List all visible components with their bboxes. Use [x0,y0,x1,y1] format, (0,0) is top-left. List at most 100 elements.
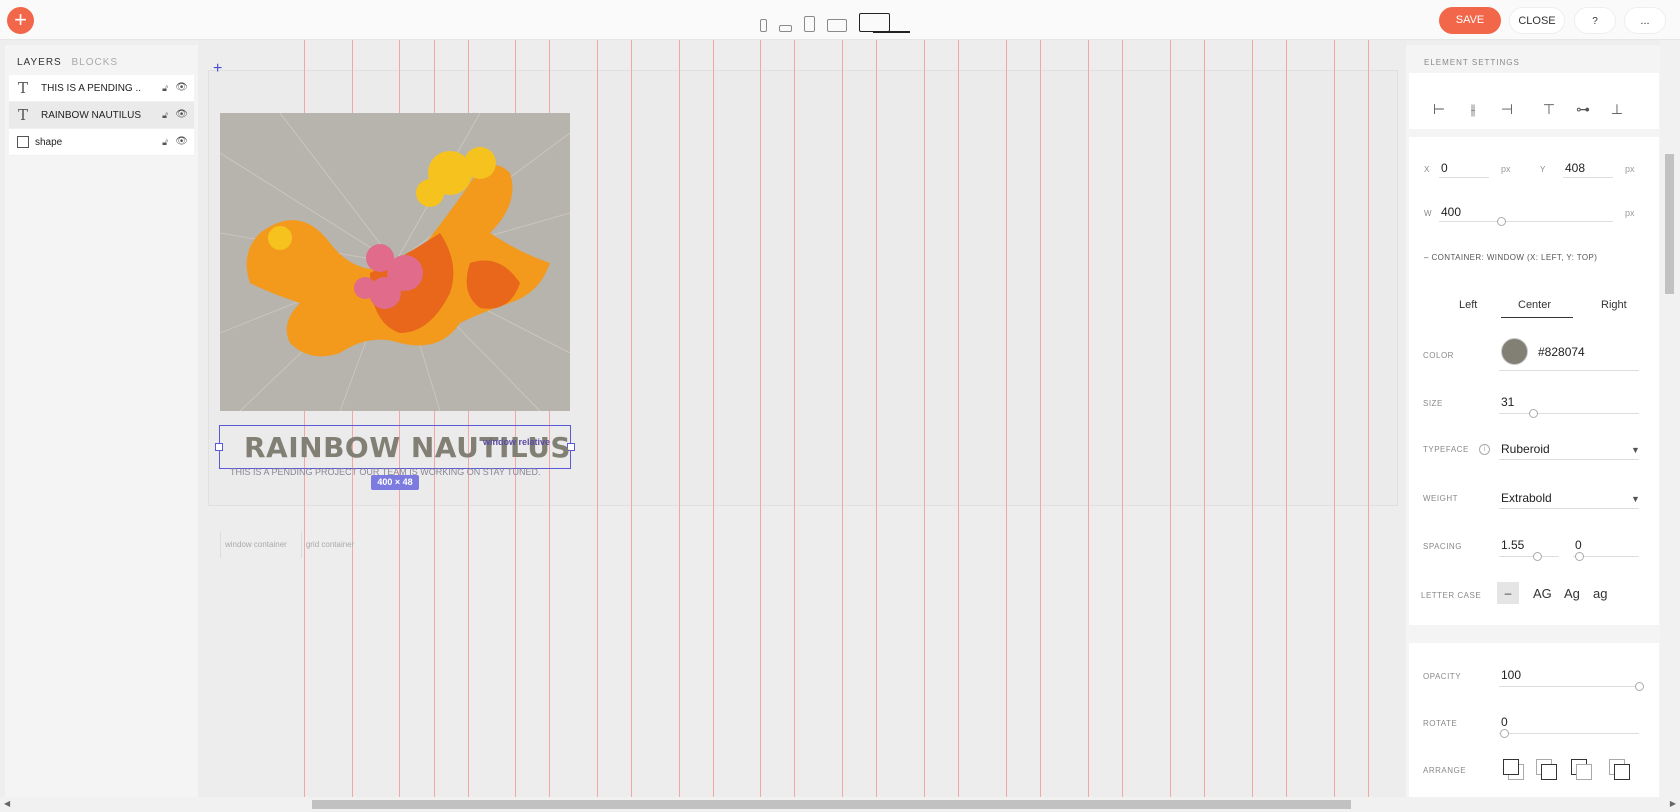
letter-spacing-knob[interactable] [1575,552,1584,561]
tablet-portrait-icon[interactable] [804,16,815,32]
size-slider-track [1499,413,1639,414]
horizontal-scrollbar[interactable]: ◀ ▶ [0,797,1680,812]
mobile-landscape-icon[interactable] [779,25,792,32]
help-button[interactable]: ? [1574,7,1616,34]
layer-item[interactable]: T THIS IS A PENDING ... 🔓︎ 👁︎ [9,75,194,102]
layer-name: THIS IS A PENDING ... [41,82,141,94]
letter-spacing-input[interactable]: 0 [1575,538,1582,552]
rotate-label: ROTATE [1423,719,1458,728]
y-underline [1563,177,1613,178]
align-middle-v-icon[interactable]: ⊶ [1571,101,1595,121]
typeface-select[interactable]: Ruberoid [1501,442,1550,456]
vertical-scroll-thumb[interactable] [1665,154,1674,294]
lock-icon[interactable]: 🔓︎ [162,83,168,94]
color-hex-input[interactable]: #828074 [1538,345,1585,359]
opacity-knob[interactable] [1635,682,1644,691]
opacity-input[interactable]: 100 [1501,668,1521,682]
active-align-underline [1501,317,1573,318]
hero-image[interactable] [220,113,570,411]
grid-column-line [794,40,795,797]
align-top-icon[interactable]: ⊤ [1537,101,1561,121]
add-element-button[interactable]: + [7,7,34,34]
window-container-label[interactable]: window container [220,532,295,558]
grid-column-line [713,40,714,797]
active-device-indicator [873,31,910,33]
w-label: W [1424,209,1433,218]
vertical-scrollbar[interactable] [1660,40,1680,797]
grid-column-line [1170,40,1171,797]
lock-icon[interactable]: 🔓︎ [162,137,168,148]
settings-title: ELEMENT SETTINGS [1424,58,1520,67]
tab-layers[interactable]: LAYERS [17,57,62,68]
more-button[interactable]: ... [1624,7,1666,34]
grid-container-label[interactable]: grid container [300,532,362,558]
dimensions-badge: 400 × 48 [371,475,419,490]
case-none-button[interactable]: – [1497,582,1519,604]
tablet-landscape-icon[interactable] [827,19,847,32]
grid-column-line [958,40,959,797]
eye-icon[interactable]: 👁︎ [175,82,188,93]
w-unit: px [1625,208,1635,218]
text-align-right[interactable]: Right [1601,299,1627,311]
letter-case-label: LETTER CASE [1421,591,1482,600]
size-input[interactable]: 31 [1501,395,1514,409]
text-align-center[interactable]: Center [1518,299,1551,311]
scroll-left-icon[interactable]: ◀ [4,799,10,808]
grid-column-line [1122,40,1123,797]
rotate-knob[interactable] [1500,729,1509,738]
y-input[interactable]: 408 [1565,161,1585,175]
grid-column-line [1368,40,1369,797]
grid-column-line [876,40,877,797]
bring-to-front-icon[interactable] [1503,759,1519,775]
size-slider-knob[interactable] [1529,409,1538,418]
line-spacing-knob[interactable] [1533,552,1542,561]
resize-handle-left[interactable] [215,443,223,451]
chevron-down-icon[interactable]: ▼ [1631,445,1640,455]
align-center-h-icon[interactable]: ⫲ [1461,101,1485,121]
grid-column-line [924,40,925,797]
element-settings-panel: ELEMENT SETTINGS ⊢ ⫲ ⊣ ⊤ ⊶ ⊥ X 0 px Y 40… [1406,45,1660,797]
color-swatch[interactable] [1501,338,1528,365]
rotate-input[interactable]: 0 [1501,715,1508,729]
mobile-portrait-icon[interactable] [760,19,767,32]
tab-blocks[interactable]: BLOCKS [72,57,119,68]
editor-canvas[interactable]: + RAINBOW NAUTILUS window relative THIS … [198,40,1406,797]
eye-icon[interactable]: 👁︎ [175,136,188,147]
horizontal-scroll-thumb[interactable] [312,800,1351,809]
save-button[interactable]: SAVE [1439,7,1501,34]
crosshair-icon: + [213,60,223,77]
container-note[interactable]: – CONTAINER: WINDOW (X: LEFT, Y: TOP) [1424,253,1597,262]
grid-column-line [842,40,843,797]
desktop-icon[interactable] [859,13,890,32]
x-input[interactable]: 0 [1441,161,1448,175]
grid-column-line [1040,40,1041,797]
heading-text[interactable]: RAINBOW NAUTILUS [244,431,571,464]
chevron-down-icon[interactable]: ▼ [1631,494,1640,504]
send-to-back-icon[interactable] [1614,764,1630,780]
bring-forward-icon[interactable] [1541,764,1557,780]
w-input[interactable]: 400 [1441,205,1461,219]
info-icon[interactable]: i [1479,444,1490,455]
align-left-icon[interactable]: ⊢ [1427,101,1451,121]
text-align-left[interactable]: Left [1459,299,1477,311]
align-right-icon[interactable]: ⊣ [1495,101,1519,121]
layer-item[interactable]: T RAINBOW NAUTILUS 🔓︎ 👁︎ [9,102,194,129]
close-button[interactable]: CLOSE [1509,7,1565,34]
case-upper-button[interactable]: AG [1533,586,1552,601]
transform-card: OPACITY 100 ROTATE 0 ARRANGE [1409,643,1659,797]
eye-icon[interactable]: 👁︎ [175,109,188,120]
lock-icon[interactable]: 🔓︎ [162,110,168,121]
case-lower-button[interactable]: ag [1593,586,1607,601]
line-spacing-input[interactable]: 1.55 [1501,538,1524,552]
align-bottom-icon[interactable]: ⊥ [1605,101,1629,121]
window-relative-label: window relative [483,437,551,447]
w-slider-knob[interactable] [1497,217,1506,226]
weight-select[interactable]: Extrabold [1501,491,1552,505]
case-title-button[interactable]: Ag [1564,586,1580,601]
layer-item[interactable]: shape 🔓︎ 👁︎ [9,129,194,156]
x-unit: px [1501,164,1511,174]
spacing-label: SPACING [1423,542,1462,551]
opacity-label: OPACITY [1423,672,1462,681]
scroll-right-icon[interactable]: ▶ [1670,799,1676,808]
line-spacing-track [1499,556,1559,557]
